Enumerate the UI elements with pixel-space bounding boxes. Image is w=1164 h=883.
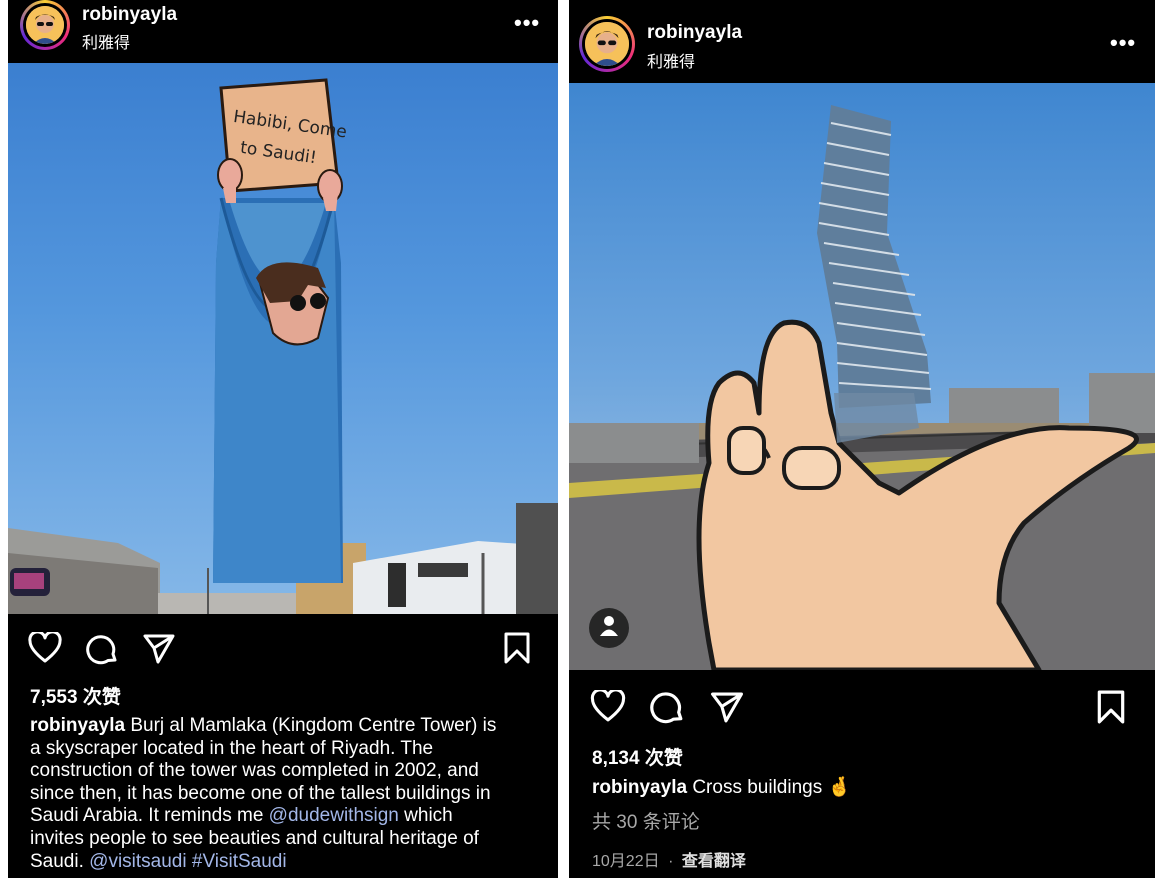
translate-link[interactable]: 查看翻译 bbox=[682, 853, 746, 870]
post-card-1: robinyayla 利雅得 ••• Habibi, Come to Saudi… bbox=[8, 0, 558, 878]
post-date: 10月22日 bbox=[592, 853, 660, 870]
post-image[interactable] bbox=[569, 83, 1155, 670]
more-options-icon[interactable]: ••• bbox=[1110, 30, 1136, 56]
mention-link[interactable]: @visitsaudi bbox=[89, 851, 186, 872]
username[interactable]: robinyayla bbox=[82, 4, 177, 26]
comment-icon[interactable] bbox=[650, 690, 684, 724]
location-label[interactable]: 利雅得 bbox=[647, 48, 695, 72]
bookmark-icon[interactable] bbox=[1097, 690, 1125, 724]
separator-dot: · bbox=[668, 853, 674, 870]
share-icon[interactable] bbox=[709, 691, 745, 724]
like-count[interactable]: 7,553 次赞 bbox=[30, 682, 121, 709]
hashtag-link[interactable]: #VisitSaudi bbox=[192, 851, 287, 872]
crossed-fingers-emoji: 🤞 bbox=[827, 777, 852, 798]
more-options-icon[interactable]: ••• bbox=[514, 10, 540, 36]
kingdom-tower-illustration: Habibi, Come to Saudi! bbox=[8, 78, 558, 614]
majdoul-tower-illustration bbox=[569, 105, 1155, 670]
bookmark-icon[interactable] bbox=[504, 632, 530, 664]
caption-username[interactable]: robinyayla bbox=[30, 715, 125, 736]
mention-link[interactable]: @dudewithsign bbox=[269, 805, 399, 826]
caption: robinyayla Cross buildings 🤞 bbox=[592, 777, 852, 798]
share-icon[interactable] bbox=[142, 633, 176, 665]
like-count[interactable]: 8,134 次赞 bbox=[592, 743, 683, 770]
caption-username[interactable]: robinyayla bbox=[592, 777, 687, 798]
avatar[interactable] bbox=[20, 0, 70, 50]
avatar[interactable] bbox=[579, 16, 635, 72]
post-card-2: robinyayla 利雅得 ••• 8,134 次赞 robinyayla C… bbox=[569, 0, 1155, 878]
post-meta: 10月22日 · 查看翻译 bbox=[592, 847, 746, 871]
location-label[interactable]: 利雅得 bbox=[82, 29, 130, 53]
caption: robinyayla Burj al Mamlaka (Kingdom Cent… bbox=[30, 715, 497, 872]
view-comments-link[interactable]: 共 30 条评论 bbox=[592, 812, 700, 835]
post-image[interactable]: Habibi, Come to Saudi! bbox=[8, 63, 558, 614]
comment-icon[interactable] bbox=[86, 633, 118, 665]
heart-icon[interactable] bbox=[590, 690, 626, 723]
username[interactable]: robinyayla bbox=[647, 22, 742, 44]
heart-icon[interactable] bbox=[28, 632, 62, 664]
